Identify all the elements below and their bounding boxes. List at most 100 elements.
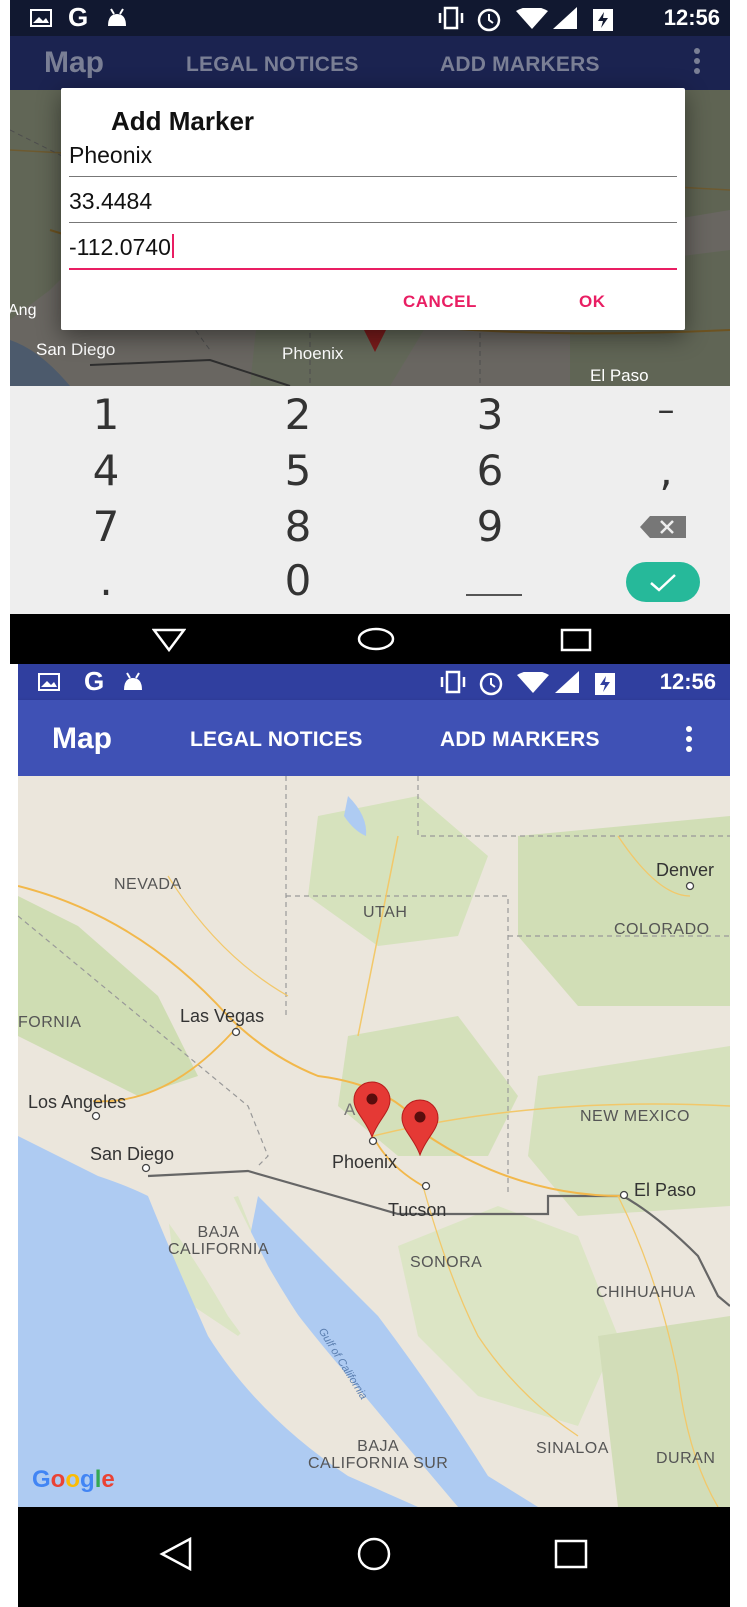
key-1[interactable]: 1 [66,390,146,439]
key-6[interactable]: 6 [450,446,530,495]
ok-button[interactable]: OK [579,292,606,312]
key-2[interactable]: 2 [258,390,338,439]
vibrate-icon [440,670,466,694]
google-logo-letter: o [50,1466,66,1493]
map-marker-icon[interactable] [400,1098,440,1156]
status-time: 12:56 [659,669,716,694]
status-time: 12:56 [663,5,720,30]
google-logo-letter: e [101,1466,115,1493]
space-key-icon[interactable] [466,594,522,598]
text-cursor [171,234,174,258]
home-circle-icon[interactable] [356,626,396,652]
map-label-phoenix-top: Phoenix [282,344,344,363]
home-circle-icon[interactable] [354,1537,394,1571]
vibrate-icon [438,6,464,30]
map-label-san-diego-top: San Diego [36,340,116,359]
map-label-baja-california-sur: BAJA CALIFORNIA SUR [308,1438,449,1472]
longitude-value: -112.0740 [69,234,171,260]
map-label-sonora: SONORA [410,1254,483,1271]
legal-notices-button[interactable]: LEGAL NOTICES [190,728,363,752]
android-notification-icon [124,672,142,690]
cancel-button[interactable]: CANCEL [403,292,477,312]
app-title: Map [44,46,104,79]
image-notification-icon [30,9,52,27]
signal-icon [553,7,577,29]
recents-square-icon[interactable] [560,628,592,652]
key-5[interactable]: 5 [258,446,338,495]
numeric-keypad: 1 2 3 – 4 5 6 , 7 8 9 . 0 [10,386,730,614]
map-label-el-paso: El Paso [634,1180,697,1200]
key-7[interactable]: 7 [66,502,146,551]
map-label-denver: Denver [656,860,715,880]
dialog-title: Add Marker [111,106,255,136]
status-bar: G 12:56 [18,664,730,700]
map-label-tucson: Tucson [388,1200,447,1220]
recents-square-icon[interactable] [554,1539,588,1569]
screenshot-map: G 12:56 Map LEGAL NOTICES ADD MARKERS NE… [18,664,730,1607]
android-notification-icon [108,8,126,26]
nav-bar-top [10,614,730,664]
map-label-los-angeles: Los Angeles [28,1092,127,1112]
status-bar: G 12:56 [10,0,730,36]
google-logo-letter: g [80,1466,95,1493]
wifi-icon [517,672,549,693]
wifi-icon [516,8,548,29]
map-label-las-vegas: Las Vegas [180,1006,265,1026]
marker-name-field[interactable]: Pheonix [69,142,677,177]
map-label-utah: UTAH [363,904,408,921]
google-notification-icon: G [68,2,89,32]
overflow-menu-icon[interactable] [686,726,692,756]
map-label-fornia: FORNIA [18,1014,82,1031]
key-4[interactable]: 4 [66,446,146,495]
image-notification-icon [38,673,60,691]
backspace-icon[interactable] [640,516,686,538]
map-label-phoenix: Phoenix [332,1152,398,1172]
marker-name-value: Pheonix [69,142,153,168]
map-marker-icon [362,326,388,352]
latitude-value: 33.4484 [69,188,153,214]
signal-icon [555,671,579,693]
overflow-menu-icon[interactable] [694,48,700,78]
key-comma[interactable]: , [626,446,706,495]
battery-charging-icon [593,9,613,31]
map-label-colorado: COLORADO [614,921,710,938]
longitude-field[interactable]: -112.0740 [69,234,677,270]
key-9[interactable]: 9 [450,502,530,551]
screenshot-dialog: G 12:56 Map LEGAL NOTICES ADD MARKERS An… [10,0,730,664]
google-logo: Google [32,1466,115,1494]
alarm-icon [477,8,501,32]
add-markers-button[interactable]: ADD MARKERS [440,728,600,752]
back-triangle-icon[interactable] [152,628,186,652]
map-marker-icon[interactable] [352,1080,392,1138]
map-view[interactable]: NEVADA UTAH COLORADO Denver FORNIA Las V… [18,776,730,1507]
nav-bar-bottom [18,1507,730,1607]
key-3[interactable]: 3 [450,390,530,439]
map-label-sinaloa: SINALOA [536,1440,609,1457]
app-title: Map [52,722,112,755]
add-markers-button[interactable]: ADD MARKERS [440,53,600,77]
google-logo-letter: o [65,1466,81,1493]
map-label-el-paso-top: El Paso [590,366,649,385]
back-triangle-icon[interactable] [158,1537,194,1571]
map-label-nevada: NEVADA [114,876,182,893]
map-label-new-mexico: NEW MEXICO [580,1108,690,1125]
app-bar: Map LEGAL NOTICES ADD MARKERS [18,700,730,776]
battery-charging-icon [595,673,615,695]
map-label-chihuahua: CHIHUAHUA [596,1284,696,1301]
google-notification-icon: G [84,666,105,696]
add-marker-dialog: Add Marker Pheonix 33.4484 -112.0740 CAN… [61,88,685,330]
latitude-field[interactable]: 33.4484 [69,188,677,223]
key-8[interactable]: 8 [258,502,338,551]
map-label-ang: Ang [10,302,37,319]
key-period[interactable]: . [66,556,146,605]
key-0[interactable]: 0 [258,556,338,605]
map-label-baja-california: BAJA CALIFORNIA [168,1224,270,1258]
google-logo-letter: G [32,1466,51,1493]
map-label-duran: DURAN [656,1450,716,1467]
legal-notices-button[interactable]: LEGAL NOTICES [186,53,359,77]
map-label-san-diego: San Diego [90,1144,175,1164]
done-check-icon[interactable] [626,562,700,602]
app-bar: Map LEGAL NOTICES ADD MARKERS [10,36,730,90]
key-minus[interactable]: – [626,390,706,430]
alarm-icon [479,672,503,696]
